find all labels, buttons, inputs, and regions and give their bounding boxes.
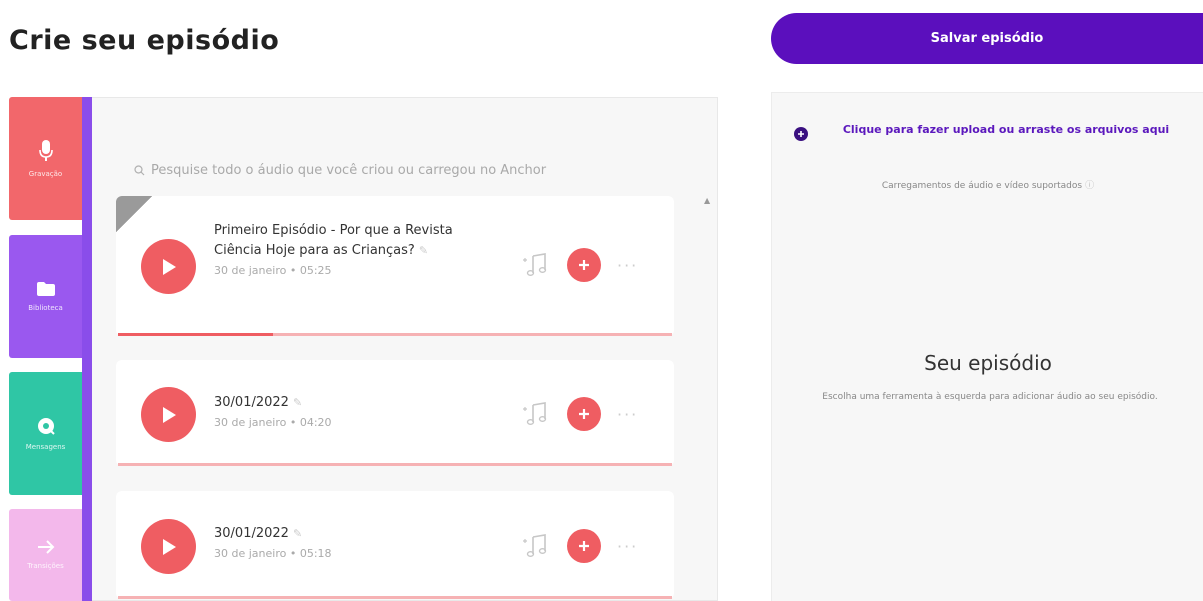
microphone-icon (38, 139, 53, 161)
playback-progress[interactable] (118, 333, 672, 336)
play-icon (162, 538, 176, 555)
episode-card[interactable]: 30/01/2022 ✎ 30 de janeiro • 04:20 ··· (116, 360, 674, 466)
episode-date: 30 de janeiro (214, 264, 287, 277)
add-to-episode-button[interactable] (567, 397, 601, 431)
episode-date: 30 de janeiro (214, 416, 287, 429)
playback-progress[interactable] (118, 596, 672, 599)
new-item-flag (116, 196, 152, 232)
add-to-episode-button[interactable] (567, 248, 601, 282)
episode-meta: 30 de janeiro • 04:20 (214, 416, 332, 429)
episode-duration: 05:18 (299, 547, 332, 560)
episode-panel-description: Escolha uma ferramenta à esquerda para a… (822, 392, 1158, 402)
scroll-up-arrow-icon[interactable]: ▲ (704, 196, 710, 205)
edit-pencil-icon[interactable]: ✎ (293, 396, 302, 409)
music-note-icon[interactable] (521, 250, 551, 280)
music-note-icon[interactable] (521, 399, 551, 429)
episode-title: 30/01/2022 ✎ (214, 526, 303, 541)
episode-duration: 04:20 (299, 416, 332, 429)
playback-progress[interactable] (118, 463, 672, 466)
upload-link[interactable]: Clique para fazer upload ou arraste os a… (818, 121, 1194, 139)
play-button[interactable] (141, 519, 196, 574)
episode-title: Primeiro Episódio - Por que a Revista Ci… (214, 223, 453, 258)
episode-actions: ··· (521, 248, 638, 282)
upload-dropzone[interactable]: Clique para fazer upload ou arraste os a… (794, 121, 1194, 141)
episode-actions: ··· (521, 529, 638, 563)
folder-icon (36, 281, 55, 296)
add-to-episode-button[interactable] (567, 529, 601, 563)
play-button[interactable] (141, 387, 196, 442)
edit-pencil-icon[interactable]: ✎ (293, 527, 302, 540)
episode-info: 30/01/2022 ✎ 30 de janeiro • 04:20 (214, 393, 332, 429)
upload-supported-note: Carregamentos de áudio e vídeo suportado… (881, 181, 1095, 191)
tool-transitions-label: Transições (27, 562, 64, 570)
message-icon (37, 417, 55, 435)
upload-plus-icon (794, 127, 808, 141)
plus-icon (579, 409, 589, 419)
episode-card[interactable]: Primeiro Episódio - Por que a Revista Ci… (116, 196, 674, 336)
episode-actions: ··· (521, 397, 638, 431)
arrow-right-icon (37, 540, 54, 554)
tool-messages[interactable]: Mensagens (9, 372, 82, 495)
tool-record[interactable]: Gravação (9, 97, 82, 220)
edit-pencil-icon[interactable]: ✎ (419, 244, 428, 257)
tool-messages-label: Mensagens (25, 442, 66, 451)
search-bar (134, 163, 671, 178)
more-options-icon[interactable]: ··· (617, 405, 638, 424)
episode-info: 30/01/2022 ✎ 30 de janeiro • 05:18 (214, 524, 332, 560)
active-tool-indicator (82, 97, 92, 601)
episode-panel-title: Seu episódio (924, 351, 1052, 375)
library-panel: ▲ Primeiro Episódio - Por que a Revista … (92, 97, 718, 601)
episode-title: 30/01/2022 ✎ (214, 395, 303, 410)
episode-duration: 05:25 (299, 264, 332, 277)
plus-icon (579, 260, 589, 270)
episode-card[interactable]: 30/01/2022 ✎ 30 de janeiro • 05:18 ··· (116, 491, 674, 599)
episode-meta: 30 de janeiro • 05:25 (214, 264, 332, 277)
episode-date: 30 de janeiro (214, 547, 287, 560)
more-options-icon[interactable]: ··· (617, 256, 638, 275)
tool-record-label: Gravação (28, 169, 63, 178)
tool-rail: Gravação Biblioteca Mensagens Transições (9, 97, 92, 601)
music-note-icon[interactable] (521, 531, 551, 561)
help-icon[interactable]: ⓘ (1085, 181, 1094, 191)
episode-panel: Clique para fazer upload ou arraste os a… (771, 92, 1203, 601)
tool-library[interactable]: Biblioteca (9, 235, 82, 358)
tool-library-label: Biblioteca (28, 303, 63, 312)
play-button[interactable] (141, 239, 196, 294)
save-episode-button[interactable]: Salvar episódio (771, 13, 1203, 64)
search-input[interactable] (151, 163, 671, 178)
more-options-icon[interactable]: ··· (617, 537, 638, 556)
play-icon (162, 406, 176, 423)
episode-meta: 30 de janeiro • 05:18 (214, 547, 332, 560)
tool-transitions[interactable]: Transições (9, 509, 82, 601)
progress-fill (118, 333, 274, 336)
episode-info: Primeiro Episódio - Por que a Revista Ci… (214, 221, 464, 277)
plus-icon (579, 541, 589, 551)
search-icon (134, 165, 145, 176)
page-title: Crie seu episódio (9, 25, 280, 56)
play-icon (162, 258, 176, 275)
